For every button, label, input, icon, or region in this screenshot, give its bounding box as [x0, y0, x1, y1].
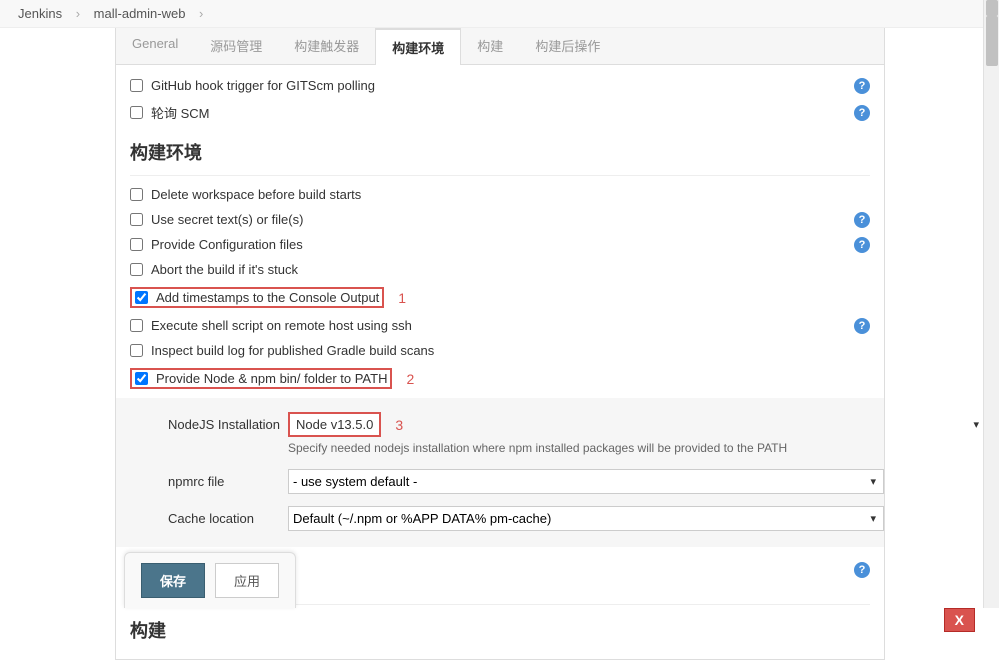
tab-triggers[interactable]: 构建触发器	[278, 28, 375, 64]
vertical-scrollbar[interactable]	[983, 0, 999, 608]
nodejs-installation-help: Specify needed nodejs installation where…	[288, 441, 884, 455]
tab-build[interactable]: 构建	[461, 28, 519, 64]
secret-text-checkbox[interactable]	[130, 213, 143, 226]
close-warning-button[interactable]: X	[944, 608, 975, 632]
breadcrumb-root[interactable]: Jenkins	[18, 6, 62, 21]
delete-workspace-checkbox[interactable]	[130, 188, 143, 201]
breadcrumb-sep-icon: ›	[76, 6, 80, 21]
timestamps-checkbox[interactable]	[135, 291, 148, 304]
section-build-env-title: 构建环境	[130, 127, 870, 176]
config-files-checkbox[interactable]	[130, 238, 143, 251]
highlight-annotation-1: Add timestamps to the Console Output	[130, 287, 384, 308]
scrollbar-thumb[interactable]	[986, 16, 998, 66]
nodejs-installation-label: NodeJS Installation	[168, 417, 288, 432]
highlight-annotation-2: Provide Node & npm bin/ folder to PATH	[130, 368, 392, 389]
breadcrumb-project[interactable]: mall-admin-web	[94, 6, 186, 21]
annotation-num-2: 2	[406, 371, 414, 387]
tab-build-env[interactable]: 构建环境	[375, 28, 461, 65]
timestamps-label: Add timestamps to the Console Output	[156, 290, 379, 305]
remote-ssh-label: Execute shell script on remote host usin…	[151, 318, 412, 333]
help-icon[interactable]: ?	[854, 562, 870, 578]
gradle-scans-label: Inspect build log for published Gradle b…	[151, 343, 434, 358]
nodejs-installation-value: Node v13.5.0	[296, 417, 373, 432]
scroll-arrow-up[interactable]	[986, 0, 998, 16]
apply-button[interactable]: 应用	[215, 563, 279, 598]
footer-buttons: 保存 应用	[124, 552, 296, 608]
delete-workspace-label: Delete workspace before build starts	[151, 187, 361, 202]
tab-general[interactable]: General	[116, 28, 194, 64]
chevron-down-icon: ▾	[973, 418, 979, 431]
help-icon[interactable]: ?	[854, 318, 870, 334]
cache-location-label: Cache location	[168, 511, 288, 526]
help-icon[interactable]: ?	[854, 237, 870, 253]
npmrc-file-label: npmrc file	[168, 474, 288, 489]
config-files-label: Provide Configuration files	[151, 237, 303, 252]
poll-scm-checkbox[interactable]	[130, 106, 143, 119]
secret-text-label: Use secret text(s) or file(s)	[151, 212, 303, 227]
config-tabs: General 源码管理 构建触发器 构建环境 构建 构建后操作	[116, 28, 884, 65]
tab-post-build[interactable]: 构建后操作	[519, 28, 616, 64]
breadcrumb-sep-icon: ›	[199, 6, 203, 21]
abort-stuck-label: Abort the build if it's stuck	[151, 262, 298, 277]
highlight-annotation-3: Node v13.5.0	[288, 412, 381, 437]
help-icon[interactable]: ?	[854, 212, 870, 228]
tab-scm[interactable]: 源码管理	[194, 28, 278, 64]
annotation-num-3: 3	[395, 417, 403, 433]
remote-ssh-checkbox[interactable]	[130, 319, 143, 332]
annotation-num-1: 1	[398, 290, 406, 306]
breadcrumb: Jenkins › mall-admin-web ›	[0, 0, 999, 28]
npmrc-file-select[interactable]: - use system default -	[288, 469, 884, 494]
node-path-checkbox[interactable]	[135, 372, 148, 385]
cache-location-select[interactable]: Default (~/.npm or %APP DATA% pm-cache)	[288, 506, 884, 531]
save-button[interactable]: 保存	[141, 563, 205, 598]
node-path-label: Provide Node & npm bin/ folder to PATH	[156, 371, 387, 386]
gradle-scans-checkbox[interactable]	[130, 344, 143, 357]
poll-scm-label: 轮询 SCM	[151, 103, 210, 122]
github-hook-checkbox[interactable]	[130, 79, 143, 92]
section-build-title: 构建	[130, 604, 870, 653]
help-icon[interactable]: ?	[854, 105, 870, 121]
abort-stuck-checkbox[interactable]	[130, 263, 143, 276]
github-hook-label: GitHub hook trigger for GITScm polling	[151, 78, 375, 93]
help-icon[interactable]: ?	[854, 78, 870, 94]
